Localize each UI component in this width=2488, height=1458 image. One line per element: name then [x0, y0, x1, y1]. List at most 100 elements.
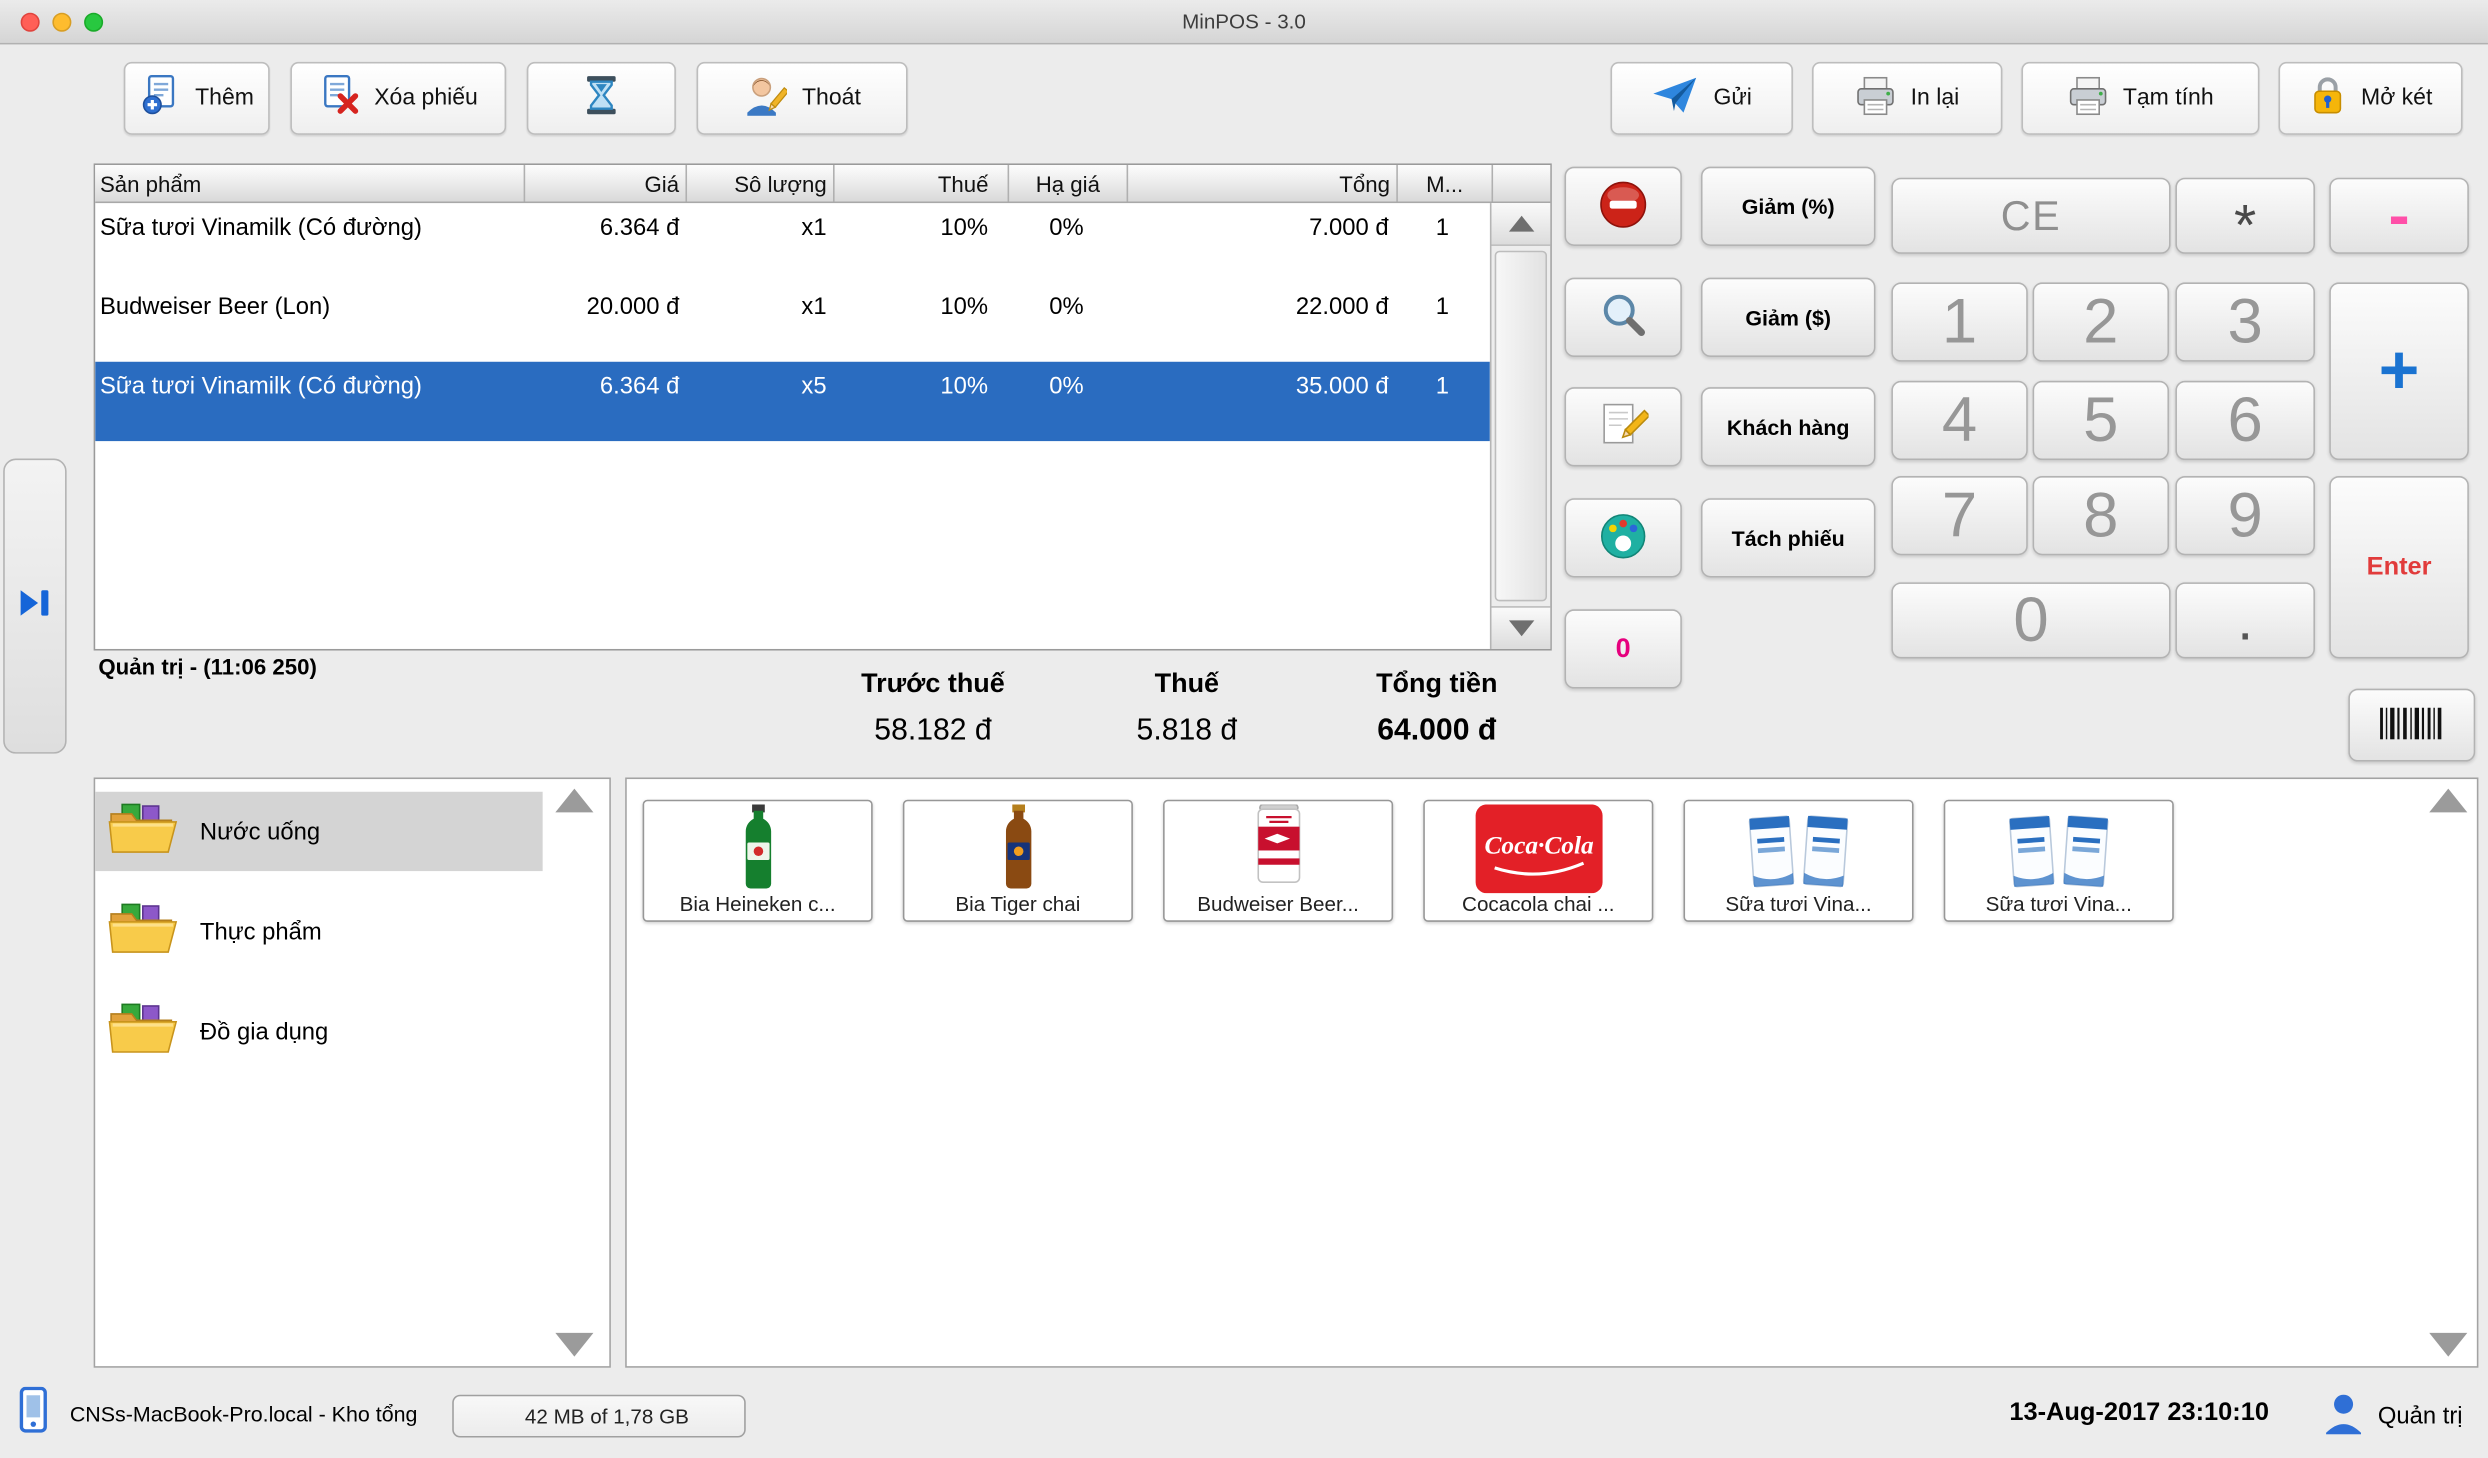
pre-tax-label: Trước thuế	[861, 668, 1005, 699]
numpad-key-9[interactable]: 9	[2175, 476, 2315, 556]
product-tile-vinamilk-1[interactable]: Sữa tươi Vina...	[1683, 799, 1914, 922]
send-button[interactable]: Gửi	[1610, 61, 1793, 135]
numpad-key-2[interactable]: 2	[2032, 282, 2170, 362]
column-header-m[interactable]: M...	[1398, 165, 1494, 202]
order-row[interactable]: Sữa tươi Vinamilk (Có đường) 6.364 đ x1 …	[95, 203, 1490, 282]
scroll-down-button[interactable]	[1491, 606, 1551, 649]
numpad-key-0[interactable]: 0	[1891, 582, 2171, 659]
product-image-vinamilk-cartons	[1945, 804, 2172, 893]
numpad-key-1[interactable]: 1	[1891, 282, 2028, 362]
product-tile-cocacola[interactable]: Coca·Cola Cocacola chai ...	[1423, 799, 1654, 922]
numpad-key-3[interactable]: 3	[2175, 282, 2315, 362]
theme-palette-button[interactable]	[1564, 498, 1682, 578]
product-image-heineken-bottle	[644, 804, 871, 893]
cell-discount: 0%	[1049, 372, 1084, 400]
delete-receipt-icon	[319, 74, 360, 123]
column-header-total[interactable]: Tổng	[1128, 165, 1398, 202]
category-item-household[interactable]: Đồ gia dụng	[95, 992, 542, 1071]
order-row-selected[interactable]: Sữa tươi Vinamilk (Có đường) 6.364 đ x5 …	[95, 361, 1490, 442]
remove-line-button[interactable]	[1564, 166, 1682, 246]
category-item-food[interactable]: Thực phẩm	[95, 892, 542, 971]
column-header-product[interactable]: Sản phẩm	[95, 165, 526, 202]
category-label: Thực phẩm	[199, 917, 322, 945]
add-document-icon	[140, 74, 181, 123]
category-item-drinks[interactable]: Nước uống	[95, 791, 543, 872]
numpad-dot-button[interactable]: .	[2175, 582, 2315, 659]
scrollbar-thumb[interactable]	[1494, 250, 1548, 602]
open-drawer-lock-icon	[2309, 75, 2347, 123]
numpad-key-8[interactable]: 8	[2032, 476, 2170, 556]
reprint-button[interactable]: In lại	[1812, 61, 2003, 135]
scroll-up-button[interactable]	[1491, 203, 1551, 246]
product-tile-tiger[interactable]: Bia Tiger chai	[902, 799, 1133, 922]
numpad-enter-button[interactable]: Enter	[2329, 476, 2469, 659]
customer-button[interactable]: Khách hàng	[1700, 387, 1876, 467]
category-list: Nước uống Thực phẩm Đồ gia dụng	[95, 791, 543, 1092]
cell-product: Sữa tươi Vinamilk (Có đường)	[99, 214, 422, 242]
product-image-budweiser-can	[1165, 804, 1392, 887]
column-header-price[interactable]: Giá	[525, 165, 688, 202]
split-ticket-button[interactable]: Tách phiếu	[1700, 498, 1876, 578]
numpad-key-5[interactable]: 5	[2032, 380, 2170, 461]
search-button[interactable]	[1564, 277, 1682, 358]
column-header-quantity[interactable]: Sô lượng	[687, 165, 835, 202]
product-label: Sữa tươi Vina...	[1985, 891, 2132, 916]
product-tile-heineken[interactable]: Bia Heineken c...	[642, 799, 873, 922]
product-scroll-up-icon[interactable]	[2429, 788, 2468, 813]
numpad-multiply-button[interactable]: *	[2175, 177, 2315, 257]
user-label: Quản trị	[2377, 1401, 2463, 1429]
open-drawer-button[interactable]: Mở két	[2278, 61, 2463, 135]
numpad-key-7[interactable]: 7	[1891, 476, 2028, 556]
svg-text:Coca·Cola: Coca·Cola	[1484, 832, 1594, 860]
cell-price: 20.000 đ	[586, 293, 680, 321]
barcode-scan-button[interactable]	[2348, 688, 2476, 762]
delete-receipt-button-label: Xóa phiếu	[374, 85, 478, 112]
app-window: MinPOS - 3.0 Thêm Xóa phiếu Thoát Gửi In…	[0, 0, 2488, 1458]
order-table-scrollbar[interactable]	[1489, 203, 1551, 649]
cell-price: 6.364 đ	[599, 372, 680, 400]
category-scroll-down-icon[interactable]	[555, 1332, 594, 1357]
host-label: CNSs-MacBook-Pro.local - Kho tổng	[69, 1402, 418, 1427]
product-image-cocacola-logo: Coca·Cola	[1425, 804, 1652, 894]
summary-total: Tổng tiền 64.000 đ	[1306, 668, 1568, 749]
order-row[interactable]: Budweiser Beer (Lon) 20.000 đ x1 10% 0% …	[95, 282, 1490, 361]
product-tile-budweiser[interactable]: Budweiser Beer...	[1163, 799, 1394, 922]
edit-note-button[interactable]	[1564, 387, 1682, 467]
numpad-key-4[interactable]: 4	[1891, 380, 2028, 461]
memory-usage-widget[interactable]: 42 MB of 1,78 GB	[452, 1394, 746, 1438]
folder-icon	[108, 800, 178, 862]
search-icon	[1598, 290, 1649, 346]
product-scroll-down-icon[interactable]	[2429, 1332, 2468, 1357]
subtotal-print-button[interactable]: Tạm tính	[2021, 61, 2260, 135]
reprint-button-label: In lại	[1910, 85, 1960, 112]
cell-product: Sữa tươi Vinamilk (Có đường)	[99, 372, 422, 400]
order-footer-note: Quản trị - (11:06 250)	[98, 653, 317, 680]
category-scroll-up-icon[interactable]	[555, 788, 594, 813]
discount-amount-button[interactable]: Giảm ($)	[1700, 277, 1876, 358]
delete-receipt-button[interactable]: Xóa phiếu	[290, 61, 507, 135]
open-drawer-button-label: Mở két	[2361, 85, 2433, 112]
order-table: Sản phẩm Giá Sô lượng Thuế Hạ giá Tổng M…	[93, 163, 1552, 651]
discount-percent-button[interactable]: Giảm (%)	[1700, 166, 1876, 246]
column-header-discount[interactable]: Hạ giá	[1009, 165, 1129, 202]
product-label: Sữa tươi Vina...	[1725, 891, 1872, 916]
summary-pre-tax: Trước thuế 58.182 đ	[806, 668, 1060, 749]
scroll-up-icon	[1508, 215, 1534, 232]
add-button[interactable]: Thêm	[123, 61, 270, 135]
order-table-header: Sản phẩm Giá Sô lượng Thuế Hạ giá Tổng M…	[95, 165, 1551, 204]
numpad-key-6[interactable]: 6	[2175, 380, 2315, 461]
exit-user-icon	[743, 75, 791, 123]
numpad-minus-button[interactable]: -	[2329, 177, 2469, 254]
tax-value: 5.818 đ	[1136, 714, 1238, 748]
expand-side-panel-button[interactable]	[3, 458, 67, 754]
hold-button[interactable]	[526, 61, 676, 135]
zero-counter-button[interactable]: 0	[1564, 609, 1682, 689]
current-user[interactable]: Quản trị	[2322, 1390, 2463, 1441]
numpad-ce-button[interactable]: CE	[1891, 177, 2171, 254]
product-tile-vinamilk-2[interactable]: Sữa tươi Vina...	[1943, 799, 2174, 922]
column-header-tax[interactable]: Thuế	[835, 165, 1010, 202]
cell-price: 6.364 đ	[599, 214, 680, 242]
exit-button[interactable]: Thoát	[696, 61, 908, 135]
numpad-plus-button[interactable]: +	[2329, 282, 2469, 461]
terminal-icon	[16, 1386, 51, 1443]
